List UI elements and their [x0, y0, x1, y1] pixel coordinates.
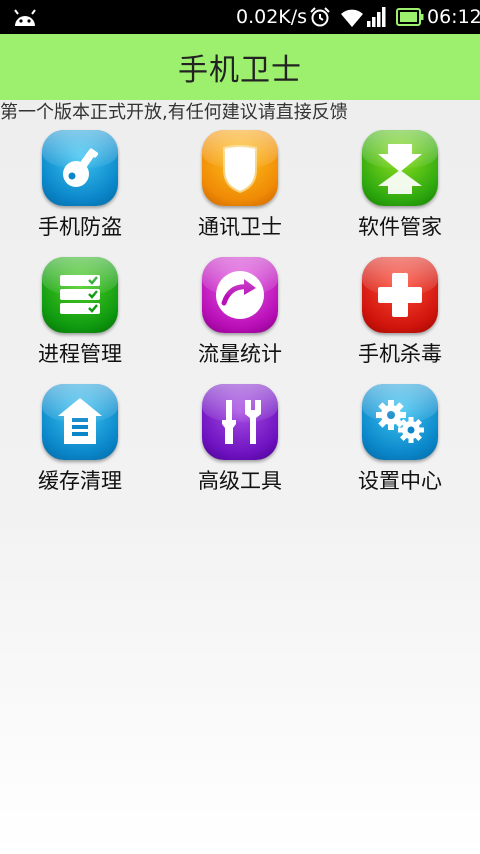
gears-icon [362, 384, 438, 460]
status-bar: 0.02K/s 06:12 [0, 0, 480, 34]
tile-antivirus[interactable]: 手机杀毒 [320, 257, 480, 375]
shield-icon [202, 130, 278, 206]
tile-label: 手机防盗 [38, 215, 122, 239]
tile-comm-guard[interactable]: 通讯卫士 [160, 130, 320, 248]
download-upload-icon [362, 130, 438, 206]
tile-label: 软件管家 [358, 215, 442, 239]
tile-process-manager[interactable]: 进程管理 [0, 257, 160, 375]
clock: 06:12 [427, 6, 480, 28]
battery-icon [396, 8, 424, 26]
key-icon [42, 130, 118, 206]
tile-label: 进程管理 [38, 342, 122, 366]
tile-settings-center[interactable]: 设置中心 [320, 384, 480, 502]
tile-advanced-tools[interactable]: 高级工具 [160, 384, 320, 502]
tools-icon [202, 384, 278, 460]
android-icon [14, 9, 36, 26]
tile-label: 设置中心 [358, 469, 442, 493]
title-bar: 手机卫士 [0, 34, 480, 100]
tile-software-manager[interactable]: 软件管家 [320, 130, 480, 248]
tile-label: 手机杀毒 [358, 342, 442, 366]
traffic-arrow-icon [202, 257, 278, 333]
tile-phone-antitheft[interactable]: 手机防盗 [0, 130, 160, 248]
page-title: 手机卫士 [178, 53, 302, 88]
alarm-icon [310, 7, 330, 27]
tile-label: 通讯卫士 [198, 215, 282, 239]
tile-label: 缓存清理 [38, 469, 122, 493]
tile-cache-clean[interactable]: 缓存清理 [0, 384, 160, 502]
cache-clean-icon [42, 384, 118, 460]
tile-label: 高级工具 [198, 469, 282, 493]
tile-label: 流量统计 [198, 342, 282, 366]
signal-icon [367, 7, 386, 27]
wifi-icon [341, 9, 363, 27]
tile-traffic-stats[interactable]: 流量统计 [160, 257, 320, 375]
process-list-icon [42, 257, 118, 333]
net-speed: 0.02K/s [236, 6, 308, 28]
medical-cross-icon [362, 257, 438, 333]
notice-text: 第一个版本正式开放,有任何建议请直接反馈 [0, 102, 348, 123]
